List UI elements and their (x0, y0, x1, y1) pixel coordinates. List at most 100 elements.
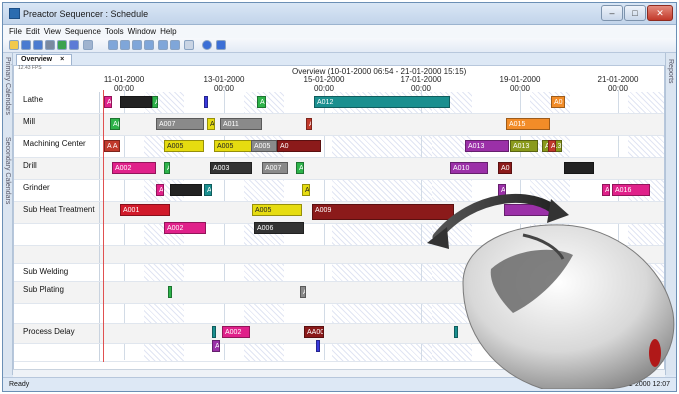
schedule-bar[interactable]: A (212, 326, 216, 338)
menu-help[interactable]: Help (158, 25, 178, 38)
schedule-bar[interactable]: A005 (164, 140, 204, 152)
menu-edit[interactable]: Edit (24, 25, 42, 38)
schedule-bar[interactable] (316, 340, 320, 352)
resource-label (14, 304, 100, 323)
schedule-bar[interactable] (168, 286, 172, 298)
schedule-bar[interactable]: A005 (252, 204, 302, 216)
tab-close-icon[interactable]: × (60, 56, 64, 63)
schedule-bar[interactable]: A015 (506, 118, 550, 130)
open-icon[interactable] (9, 40, 19, 50)
menu-sequence[interactable]: Sequence (63, 25, 103, 38)
schedule-bar[interactable]: A( (110, 118, 120, 130)
schedule-bar[interactable]: AA00 (304, 326, 324, 338)
schedule-bar[interactable]: A002 (222, 326, 250, 338)
schedule-bar[interactable]: A0 (104, 96, 112, 108)
schedule-bar[interactable] (564, 162, 594, 174)
redo-icon[interactable] (83, 40, 93, 50)
menu-file[interactable]: File (3, 25, 24, 38)
zoom-out-icon[interactable] (170, 40, 180, 50)
schedule-bar[interactable]: A0 (302, 184, 310, 196)
schedule-bar[interactable] (204, 96, 208, 108)
tab-overview-label: Overview (21, 56, 53, 63)
zoom-in-icon[interactable] (158, 40, 168, 50)
toolbar (3, 38, 676, 53)
schedule-bar[interactable] (120, 96, 152, 108)
schedule-bar[interactable]: A (204, 184, 212, 196)
close-button[interactable]: ✕ (647, 5, 673, 21)
undo-icon[interactable] (69, 40, 79, 50)
view-chart-icon[interactable] (132, 40, 142, 50)
window-title: Preactor Sequencer : Schedule (23, 9, 149, 19)
save-icon[interactable] (21, 40, 31, 50)
schedule-bar[interactable]: A (296, 162, 304, 174)
schedule-bar[interactable]: A013 (510, 140, 538, 152)
schedule-bar[interactable]: A011 (220, 118, 262, 130)
schedule-bar[interactable]: A005 (251, 140, 277, 152)
fps-counter: 12.43 FPS (18, 65, 42, 71)
maximize-button[interactable]: □ (624, 5, 646, 21)
menu-view[interactable]: View (42, 25, 63, 38)
resource-label (14, 246, 100, 263)
schedule-bar[interactable]: A0 (551, 96, 565, 108)
minimize-button[interactable]: – (601, 5, 623, 21)
left-side-tabs: Primary Calendars Secondary Calendars (3, 53, 13, 375)
resource-label: Mill (14, 114, 100, 135)
resource-label: Sub Welding (14, 264, 100, 281)
schedule-bar[interactable]: A007 (156, 118, 204, 130)
status-text: Ready (9, 381, 30, 388)
schedule-bar[interactable]: A001 (120, 204, 170, 216)
schedule-bar[interactable]: A (548, 140, 556, 152)
resource-label: Machining Center (14, 136, 100, 157)
schedule-bar[interactable]: A007 (262, 162, 288, 174)
schedule-bar[interactable] (170, 184, 202, 196)
title-bar: Preactor Sequencer : Schedule – □ ✕ (3, 3, 676, 25)
secondary-calendars-tab[interactable]: Secondary Calendars (4, 137, 11, 204)
schedule-bar[interactable]: A (156, 184, 164, 196)
schedule-bar[interactable]: A (300, 286, 306, 298)
menu-tools[interactable]: Tools (103, 25, 126, 38)
schedule-bar[interactable]: A (152, 96, 158, 108)
resource-label: Drill (14, 158, 100, 179)
resource-label: Sub Heat Treatment (14, 202, 100, 223)
schedule-bar[interactable]: A (257, 96, 266, 108)
primary-calendars-tab[interactable]: Primary Calendars (4, 57, 11, 115)
app-icon (9, 8, 20, 19)
computer-mouse-image (427, 193, 675, 389)
save-all-icon[interactable] (33, 40, 43, 50)
schedule-bar[interactable]: A (306, 118, 312, 130)
schedule-bar[interactable]: A013 (465, 140, 509, 152)
binoculars-icon[interactable] (184, 40, 194, 50)
schedule-bar[interactable]: A0 (277, 140, 321, 152)
print-icon[interactable] (45, 40, 55, 50)
reports-tab[interactable]: Reports (667, 59, 674, 84)
schedule-bar[interactable]: A006 (254, 222, 304, 234)
options-icon[interactable] (216, 40, 226, 50)
menu-bar: File Edit View Sequence Tools Window Help (3, 25, 676, 38)
schedule-bar[interactable]: A002 (112, 162, 156, 174)
schedule-bar[interactable]: A A (104, 140, 120, 152)
application-window: Preactor Sequencer : Schedule – □ ✕ File… (2, 2, 677, 392)
current-time-line (103, 90, 104, 362)
view-grid-icon[interactable] (108, 40, 118, 50)
schedule-bar[interactable]: A (212, 340, 220, 352)
resource-label (14, 224, 100, 245)
tab-overview[interactable]: Overview × (16, 54, 72, 65)
schedule-bar[interactable]: A (164, 162, 170, 174)
resource-label: Sub Plating (14, 282, 100, 303)
view-table-icon[interactable] (144, 40, 154, 50)
schedule-bar[interactable]: A012 (314, 96, 450, 108)
schedule-bar[interactable]: A005 (214, 140, 252, 152)
resource-label (14, 344, 100, 361)
schedule-bar[interactable]: A010 (450, 162, 488, 174)
menu-window[interactable]: Window (126, 25, 158, 38)
schedule-bar[interactable]: A0 (207, 118, 215, 130)
schedule-bar[interactable]: A003 (210, 162, 252, 174)
resource-label: Process Delay (14, 324, 100, 343)
resource-label: Grinder (14, 180, 100, 201)
schedule-bar[interactable]: A002 (164, 222, 206, 234)
schedule-bar[interactable]: A0 (498, 162, 512, 174)
help-icon[interactable] (202, 40, 212, 50)
check-icon[interactable] (57, 40, 67, 50)
resource-label: Lathe (14, 92, 100, 113)
view-list-icon[interactable] (120, 40, 130, 50)
